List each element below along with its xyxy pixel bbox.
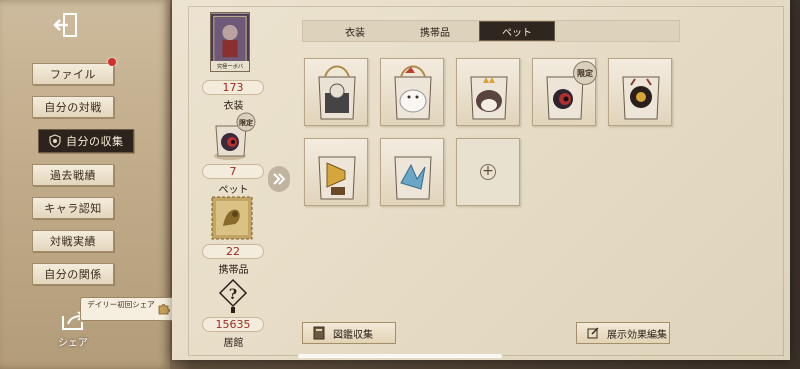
menu-item-label: 自分の収集	[66, 135, 124, 148]
exit-door-icon	[53, 13, 77, 37]
tab-label: ペット	[502, 27, 532, 39]
card-tag-text: 究極ーボバ	[217, 62, 243, 70]
menu-item-label: キャラ認知	[44, 202, 102, 215]
accessory-stamp-image[interactable]	[211, 196, 253, 240]
daily-share-text: デイリー初回シェア	[87, 300, 155, 309]
cat-cage-icon	[318, 65, 356, 120]
accessory-count: 22	[202, 244, 264, 259]
pet-slot[interactable]	[380, 138, 444, 206]
add-pet-slot[interactable]: +	[456, 138, 520, 206]
pet-slot[interactable]	[380, 58, 444, 126]
costume-label: 衣装	[223, 101, 244, 112]
catalog-button-label: 図鑑収集	[333, 329, 373, 341]
book-icon	[313, 326, 325, 340]
limited-badge-text: 限定	[239, 118, 253, 127]
puzzle-icon	[158, 304, 170, 315]
pet-slot[interactable]	[304, 58, 368, 126]
menu-item-label: 自分の対戦	[44, 101, 102, 114]
menu-item-my-matches[interactable]: 自分の対戦	[32, 96, 114, 118]
gramophone-icon	[318, 156, 356, 200]
limited-badge: 限定	[573, 61, 597, 85]
share-label: シェア	[58, 338, 88, 349]
gold-eye-creature-icon	[622, 76, 660, 120]
catalog-button[interactable]: 図鑑収集	[302, 322, 396, 344]
daily-share-tooltip: デイリー初回シェア	[80, 297, 174, 321]
residence-question-icon[interactable]: ?	[218, 278, 248, 316]
pet-slot-limited[interactable]: 限定	[532, 58, 597, 126]
menu-item-label: 対戦実績	[50, 235, 96, 248]
display-effect-button-label: 展示効果編集	[607, 329, 667, 341]
category-tabs: 衣装 携帯品 ペット	[302, 20, 680, 42]
double-chevron-right-icon	[273, 173, 286, 185]
crowned-bird-icon	[470, 76, 508, 120]
menu-item-my-relations[interactable]: 自分の関係	[32, 263, 114, 285]
menu-item-label: ファイル	[50, 68, 96, 81]
home-indicator[interactable]	[298, 354, 502, 358]
blue-bird-icon	[394, 156, 432, 200]
display-effect-button[interactable]: 展示効果編集	[576, 322, 670, 344]
costume-count: 173	[202, 80, 264, 95]
residence-count: 15635	[202, 317, 264, 332]
stats-column: 究極ーボバ 173 衣装 限定 7 ペット 22 携帯品 ? 15635 居館	[196, 8, 271, 353]
back-button[interactable]	[52, 10, 82, 40]
expand-arrow-button[interactable]	[268, 166, 290, 192]
edit-icon	[587, 327, 599, 339]
tab-costume[interactable]: 衣装	[317, 21, 393, 41]
pet-slot[interactable]	[456, 58, 520, 126]
white-cat-icon	[394, 65, 432, 120]
shield-icon	[49, 134, 61, 148]
tab-label: 携帯品	[420, 27, 450, 39]
pet-slot[interactable]	[608, 58, 672, 126]
pet-count: 7	[202, 164, 264, 179]
pet-cage-image[interactable]: 限定	[208, 112, 256, 162]
costume-card-image[interactable]: 究極ーボバ	[210, 12, 250, 72]
accessory-label: 携帯品	[218, 265, 249, 276]
tab-label: 衣装	[345, 27, 365, 39]
pet-label: ペット	[218, 185, 249, 196]
menu-item-label: 自分の関係	[44, 268, 102, 281]
menu-item-match-achievements[interactable]: 対戦実績	[32, 230, 114, 252]
svg-text:?: ?	[229, 287, 237, 303]
menu-item-past-records[interactable]: 過去戦績	[32, 164, 114, 186]
menu-item-file[interactable]: ファイル	[32, 63, 114, 85]
notification-dot	[108, 58, 116, 66]
tab-accessory[interactable]: 携帯品	[397, 21, 473, 41]
menu-item-character-recognition[interactable]: キャラ認知	[32, 197, 114, 219]
plus-icon: +	[480, 164, 496, 180]
pet-slot[interactable]	[304, 138, 368, 206]
residence-label: 居館	[223, 338, 244, 349]
menu-item-my-collection[interactable]: 自分の収集	[38, 129, 134, 153]
tab-pet[interactable]: ペット	[479, 21, 555, 41]
menu-item-label: 過去戦績	[50, 169, 96, 182]
